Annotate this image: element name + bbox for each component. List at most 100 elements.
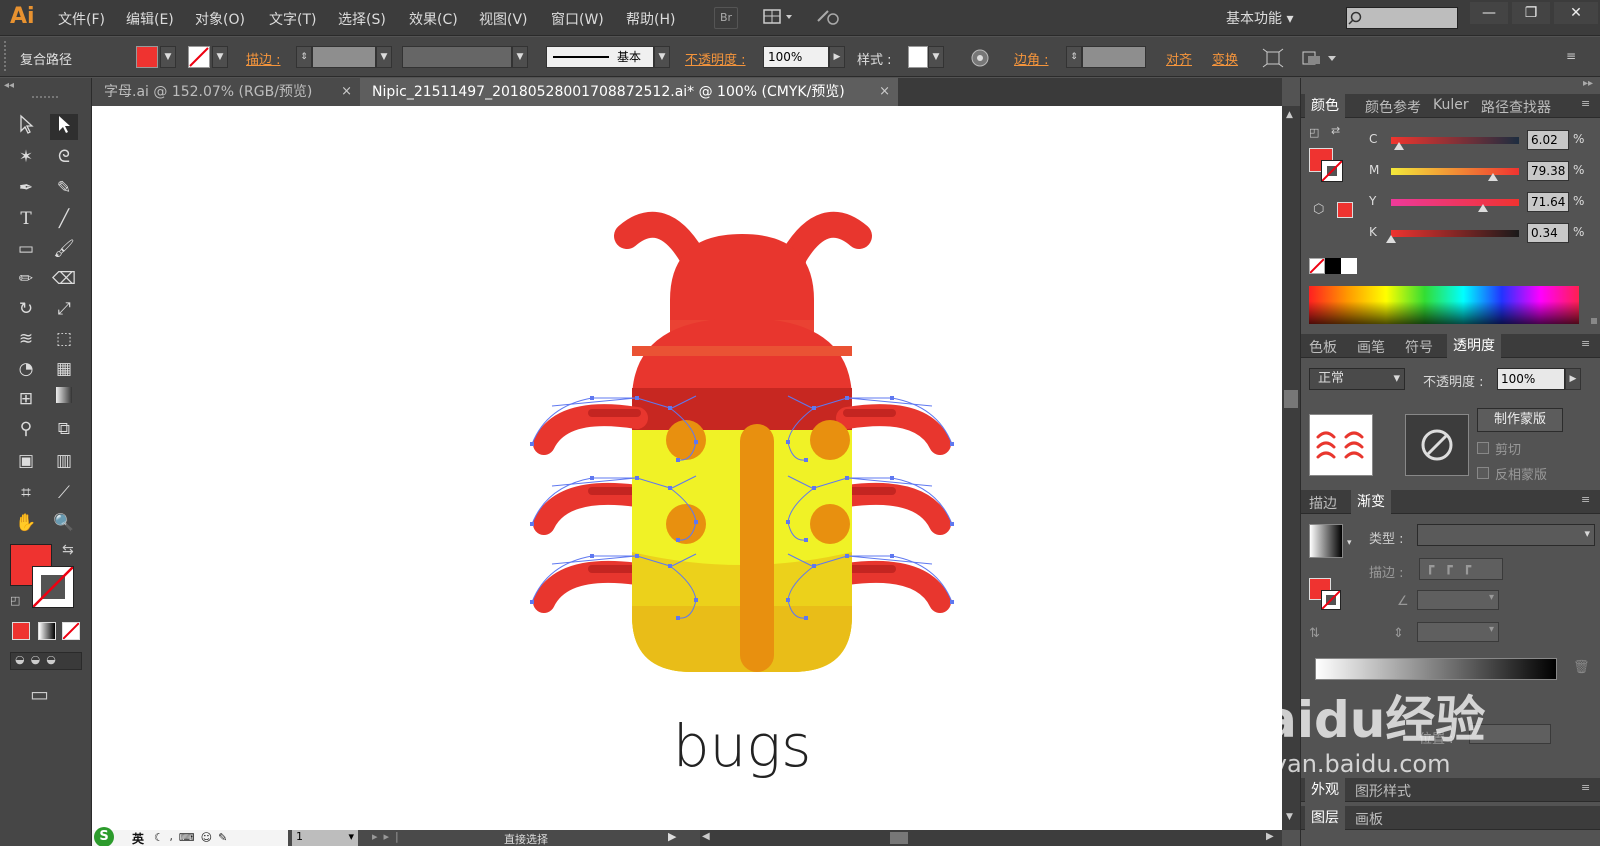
right-leg-2[interactable]	[836, 482, 951, 535]
tab-color-guide[interactable]: 颜色参考	[1365, 97, 1421, 117]
tab-swatches[interactable]: 色板	[1309, 337, 1337, 357]
none-color-icon[interactable]	[1309, 258, 1325, 274]
black-value-field[interactable]: 0.34	[1527, 223, 1569, 243]
stroke-color-box[interactable]	[32, 566, 74, 608]
stroke-weight-dropdown[interactable]: ▼	[376, 46, 392, 68]
screen-mode-icon[interactable]: ▭	[30, 682, 49, 706]
magenta-slider-thumb[interactable]	[1487, 173, 1498, 181]
transform-link[interactable]: 变换	[1212, 49, 1238, 68]
transparency-opacity-field[interactable]: 100%	[1497, 368, 1565, 390]
blend-tool-icon[interactable]: ⧉	[50, 416, 78, 442]
shape-builder-tool-icon[interactable]: ◔	[12, 356, 40, 382]
rotate-tool-icon[interactable]: ↻	[12, 296, 40, 322]
cyan-slider-thumb[interactable]	[1393, 142, 1404, 150]
menu-type[interactable]: 文字(T)	[269, 9, 316, 29]
horizontal-scroll-thumb[interactable]	[890, 832, 908, 844]
swap-fill-stroke-icon[interactable]: ⇆	[62, 542, 74, 558]
tab-kuler[interactable]: Kuler	[1433, 97, 1469, 113]
spot-right-1[interactable]	[810, 420, 850, 460]
right-leg-1[interactable]	[836, 404, 951, 455]
eraser-tool-icon[interactable]: ⌫	[50, 266, 78, 292]
scroll-right-icon[interactable]: ▶	[1266, 831, 1274, 842]
opacity-dropdown[interactable]: ▶	[829, 46, 845, 68]
collapse-panels-icon[interactable]: ▸▸	[1583, 78, 1593, 89]
scroll-up-icon[interactable]: ▲	[1286, 110, 1293, 120]
control-bar-grip[interactable]	[4, 41, 8, 71]
horizontal-scrollbar[interactable]: ◀ ▶	[700, 830, 1282, 846]
tab-stroke[interactable]: 描边	[1309, 493, 1337, 513]
status-menu-icon[interactable]: ▶	[668, 830, 676, 843]
vertical-scroll-thumb[interactable]	[1284, 390, 1298, 408]
pencil-tool-icon[interactable]: ✏	[12, 266, 40, 292]
ime-mode-label[interactable]: 英	[132, 830, 144, 846]
center-stripe[interactable]	[740, 424, 774, 672]
corner-radius-field[interactable]	[1082, 46, 1146, 68]
gradient-position-field[interactable]	[1469, 724, 1551, 744]
bridge-button[interactable]: Br	[714, 7, 738, 29]
graphic-style-dropdown[interactable]: ▼	[928, 46, 944, 68]
black-color-chip[interactable]	[1325, 258, 1341, 274]
menu-help[interactable]: 帮助(H)	[626, 9, 675, 29]
left-leg-2[interactable]	[533, 482, 648, 535]
stroke-weight-stepper[interactable]: ⇕	[296, 46, 312, 68]
tab-color[interactable]: 颜色	[1305, 94, 1345, 118]
ime-tools-icons[interactable]: ☾⸴⌨☺✎	[154, 830, 233, 845]
gradient-angle-field[interactable]: ▾	[1417, 590, 1499, 610]
drawing-modes-icon[interactable]: ◒◒◒	[10, 652, 82, 670]
symbol-sprayer-tool-icon[interactable]: ▣	[12, 448, 40, 474]
menu-edit[interactable]: 编辑(E)	[126, 9, 174, 29]
gradient-slider[interactable]	[1315, 658, 1557, 680]
magenta-value-field[interactable]: 79.38	[1527, 161, 1569, 181]
color-panel-menu-icon[interactable]: ≡	[1581, 97, 1590, 110]
zoom-field[interactable]: 1 ▾	[292, 830, 358, 846]
close-tab-icon[interactable]: ×	[879, 78, 890, 106]
tab-appearance[interactable]: 外观	[1305, 778, 1345, 802]
left-leg-3[interactable]	[533, 560, 648, 613]
reverse-gradient-icon[interactable]: ⇅	[1309, 626, 1320, 641]
tab-layers[interactable]: 图层	[1305, 806, 1345, 830]
toolbar-grip[interactable]	[32, 96, 58, 99]
panel-resize-handle[interactable]	[1591, 318, 1597, 324]
clip-checkbox[interactable]	[1477, 442, 1489, 454]
artboard-canvas[interactable]: bugs	[92, 106, 1282, 830]
spot-left-1[interactable]	[666, 420, 706, 460]
workspace-switcher[interactable]: 基本功能 ▾	[1226, 8, 1293, 28]
restore-button[interactable]: ❐	[1512, 2, 1550, 24]
menu-object[interactable]: 对象(O)	[195, 9, 245, 29]
arrange-documents-icon[interactable]	[762, 7, 796, 29]
direct-selection-tool-icon[interactable]	[50, 114, 78, 140]
close-window-button[interactable]: ✕	[1554, 2, 1598, 24]
corner-stepper[interactable]: ⇕	[1066, 46, 1082, 68]
default-fill-stroke-icon[interactable]: ◰	[10, 594, 20, 607]
left-leg-1[interactable]	[533, 404, 648, 455]
opacity-field[interactable]: 100%	[763, 46, 829, 68]
collapse-toolbar-icon[interactable]: ◂◂	[4, 80, 14, 91]
tab-pathfinder[interactable]: 路径查找器	[1481, 97, 1551, 117]
color-mode-icon[interactable]	[12, 622, 30, 640]
menu-select[interactable]: 选择(S)	[338, 9, 386, 29]
sogou-ime-icon[interactable]: S	[94, 827, 114, 846]
panel-menu-icon[interactable]: ≡	[1566, 49, 1576, 63]
mesh-tool-icon[interactable]: ⊞	[12, 386, 40, 412]
gradient-preview-swatch[interactable]	[1309, 524, 1343, 558]
width-tool-icon[interactable]: ≋	[12, 326, 40, 352]
lasso-tool-icon[interactable]: ᘓ	[50, 144, 78, 170]
scroll-down-icon[interactable]: ▼	[1286, 812, 1293, 822]
paintbrush-tool-icon[interactable]: 🖌	[50, 236, 78, 262]
mask-thumbnail[interactable]	[1405, 414, 1469, 476]
menu-effect[interactable]: 效果(C)	[409, 9, 458, 29]
color-spectrum-ramp[interactable]	[1309, 286, 1579, 324]
align-link[interactable]: 对齐	[1166, 49, 1192, 68]
close-tab-icon[interactable]: ×	[341, 78, 352, 106]
gradient-panel-menu-icon[interactable]: ≡	[1581, 493, 1590, 506]
scale-tool-icon[interactable]: ⤢	[50, 296, 78, 322]
gradient-type-select[interactable]: ▾	[1417, 524, 1595, 546]
brush-dropdown[interactable]: ▼	[654, 46, 670, 68]
none-mode-icon[interactable]	[62, 622, 80, 640]
tab-gradient[interactable]: 渐变	[1351, 490, 1391, 514]
sync-settings-icon[interactable]	[814, 7, 842, 29]
magic-wand-tool-icon[interactable]: ✶	[12, 144, 40, 170]
rectangle-tool-icon[interactable]: ▭	[12, 236, 40, 262]
variable-width-profile[interactable]	[402, 46, 512, 68]
eyedropper-tool-icon[interactable]: ⚲	[12, 416, 40, 442]
